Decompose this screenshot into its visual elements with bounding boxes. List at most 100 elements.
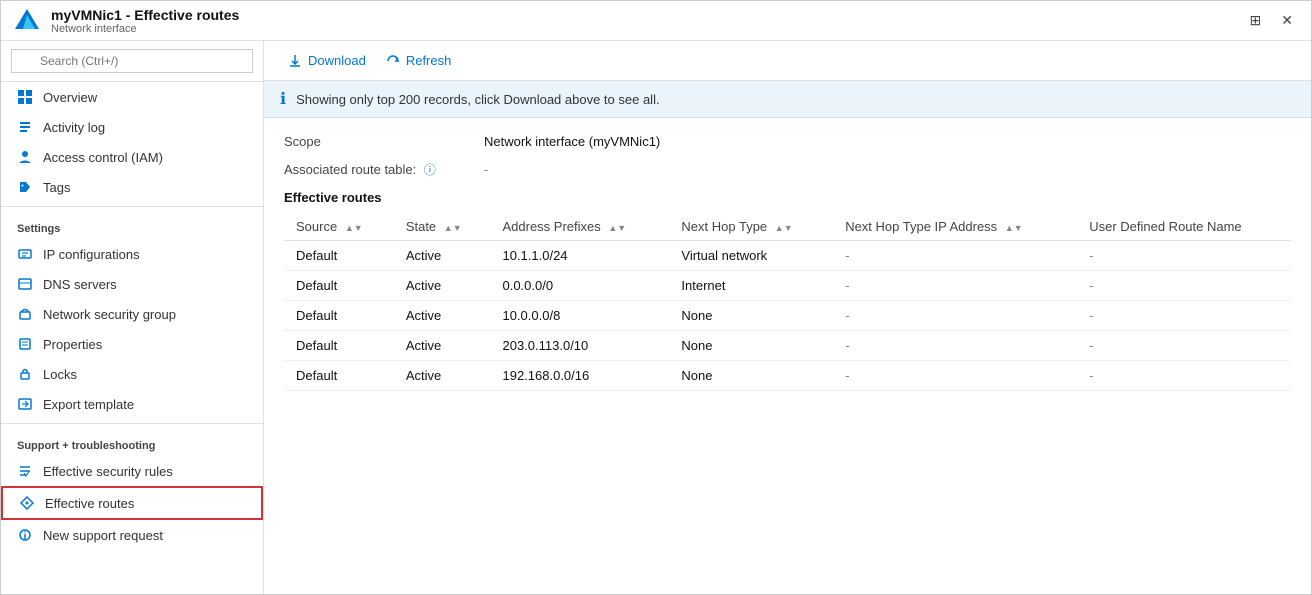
ip-icon [17, 246, 33, 262]
cell-next-hop-type: None [669, 301, 833, 331]
routes-table: Source ▲▼ State ▲▼ Address Prefixes ▲▼ [284, 213, 1291, 391]
azure-icon [13, 7, 41, 35]
pin-button[interactable]: ⊞ [1244, 8, 1268, 33]
routes-icon [19, 495, 35, 511]
cell-state: Active [394, 271, 491, 301]
search-wrap [11, 49, 253, 73]
cell-next-hop-type: Virtual network [669, 241, 833, 271]
sidebar-item-ip-configurations[interactable]: IP configurations [1, 239, 263, 269]
cell-user-defined-route-name: - [1077, 361, 1291, 391]
search-input[interactable] [11, 49, 253, 73]
sort-icon-address-prefixes: ▲▼ [608, 223, 626, 233]
title-bar-left: myVMNic1 - Effective routes Network inte… [13, 7, 239, 35]
col-header-state[interactable]: State ▲▼ [394, 213, 491, 241]
col-header-user-defined-route-name[interactable]: User Defined Route Name [1077, 213, 1291, 241]
download-button[interactable]: Download [280, 49, 374, 72]
table-row: DefaultActive0.0.0.0/0Internet-- [284, 271, 1291, 301]
associated-route-table-row: Associated route table: ⓘ - [284, 161, 1291, 178]
sidebar-item-label-new-support-request: New support request [43, 528, 163, 543]
cell-next-hop-type-ip: - [833, 301, 1077, 331]
close-button[interactable]: ✕ [1275, 8, 1299, 33]
table-row: DefaultActive10.1.1.0/24Virtual network-… [284, 241, 1291, 271]
support-section-label: Support + troubleshooting [1, 428, 263, 456]
cell-next-hop-type: None [669, 331, 833, 361]
col-header-source[interactable]: Source ▲▼ [284, 213, 394, 241]
cell-source: Default [284, 301, 394, 331]
sort-icon-next-hop-type-ip: ▲▼ [1005, 223, 1023, 233]
sidebar-item-locks[interactable]: Locks [1, 359, 263, 389]
cell-state: Active [394, 331, 491, 361]
divider-settings [1, 206, 263, 207]
cell-address-prefixes: 192.168.0.0/16 [490, 361, 669, 391]
lock-icon [17, 366, 33, 382]
table-row: DefaultActive203.0.113.0/10None-- [284, 331, 1291, 361]
scope-label: Scope [284, 134, 484, 149]
sidebar-item-effective-routes[interactable]: Effective routes [1, 486, 263, 520]
main-layout: Overview Activity log Access control (IA… [1, 41, 1311, 594]
sidebar-item-label-overview: Overview [43, 90, 97, 105]
sidebar-item-label-activity-log: Activity log [43, 120, 105, 135]
sidebar-item-overview[interactable]: Overview [1, 82, 263, 112]
associated-route-table-value: - [484, 162, 488, 177]
info-banner-text: Showing only top 200 records, click Down… [296, 92, 660, 107]
sidebar-item-label-properties: Properties [43, 337, 102, 352]
dns-icon [17, 276, 33, 292]
associated-route-table-label: Associated route table: ⓘ [284, 161, 484, 178]
sidebar-item-activity-log[interactable]: Activity log [1, 112, 263, 142]
cell-address-prefixes: 10.1.1.0/24 [490, 241, 669, 271]
cell-next-hop-type-ip: - [833, 271, 1077, 301]
cell-address-prefixes: 0.0.0.0/0 [490, 271, 669, 301]
info-banner: ℹ Showing only top 200 records, click Do… [264, 81, 1311, 118]
list-icon [17, 119, 33, 135]
title-bar-actions: ⊞ ✕ [1244, 8, 1299, 33]
refresh-button[interactable]: Refresh [378, 49, 460, 72]
security-rules-icon [17, 463, 33, 479]
tag-icon [17, 179, 33, 195]
sidebar-item-label-locks: Locks [43, 367, 77, 382]
grid-icon [17, 89, 33, 105]
sidebar-item-dns-servers[interactable]: DNS servers [1, 269, 263, 299]
content-area: Download Refresh ℹ Showing only top 200 … [264, 41, 1311, 594]
sidebar-item-tags[interactable]: Tags [1, 172, 263, 202]
title-bar-main: myVMNic1 - Effective routes [51, 7, 239, 23]
table-row: DefaultActive10.0.0.0/8None-- [284, 301, 1291, 331]
toolbar: Download Refresh [264, 41, 1311, 81]
effective-routes-section-title: Effective routes [284, 190, 1291, 205]
sidebar-item-effective-security-rules[interactable]: Effective security rules [1, 456, 263, 486]
col-header-next-hop-type-ip[interactable]: Next Hop Type IP Address ▲▼ [833, 213, 1077, 241]
sidebar-item-export-template[interactable]: Export template [1, 389, 263, 419]
sort-icon-next-hop-type: ▲▼ [775, 223, 793, 233]
download-label: Download [308, 53, 366, 68]
cell-next-hop-type: Internet [669, 271, 833, 301]
cell-next-hop-type-ip: - [833, 241, 1077, 271]
sidebar-item-label-effective-security-rules: Effective security rules [43, 464, 173, 479]
col-header-next-hop-type[interactable]: Next Hop Type ▲▼ [669, 213, 833, 241]
properties-icon [17, 336, 33, 352]
cell-source: Default [284, 331, 394, 361]
download-icon [288, 54, 302, 68]
app-container: myVMNic1 - Effective routes Network inte… [0, 0, 1312, 595]
divider-support [1, 423, 263, 424]
col-header-address-prefixes[interactable]: Address Prefixes ▲▼ [490, 213, 669, 241]
sidebar-search-area [1, 41, 263, 82]
sidebar-item-properties[interactable]: Properties [1, 329, 263, 359]
cell-state: Active [394, 241, 491, 271]
cell-user-defined-route-name: - [1077, 241, 1291, 271]
sidebar-item-label-tags: Tags [43, 180, 70, 195]
title-bar-sub: Network interface [51, 23, 239, 35]
sidebar-item-new-support-request[interactable]: New support request [1, 520, 263, 550]
sidebar-item-label-network-security-group: Network security group [43, 307, 176, 322]
cell-user-defined-route-name: - [1077, 331, 1291, 361]
sidebar-item-label-access-control: Access control (IAM) [43, 150, 163, 165]
title-bar-text: myVMNic1 - Effective routes Network inte… [51, 7, 239, 35]
cell-user-defined-route-name: - [1077, 271, 1291, 301]
support-icon [17, 527, 33, 543]
sort-icon-state: ▲▼ [444, 223, 462, 233]
sidebar-item-label-ip-configurations: IP configurations [43, 247, 140, 262]
cell-state: Active [394, 301, 491, 331]
sidebar-item-network-security-group[interactable]: Network security group [1, 299, 263, 329]
content-body: Scope Network interface (myVMNic1) Assoc… [264, 118, 1311, 407]
cell-source: Default [284, 271, 394, 301]
sidebar-item-access-control[interactable]: Access control (IAM) [1, 142, 263, 172]
cell-source: Default [284, 241, 394, 271]
